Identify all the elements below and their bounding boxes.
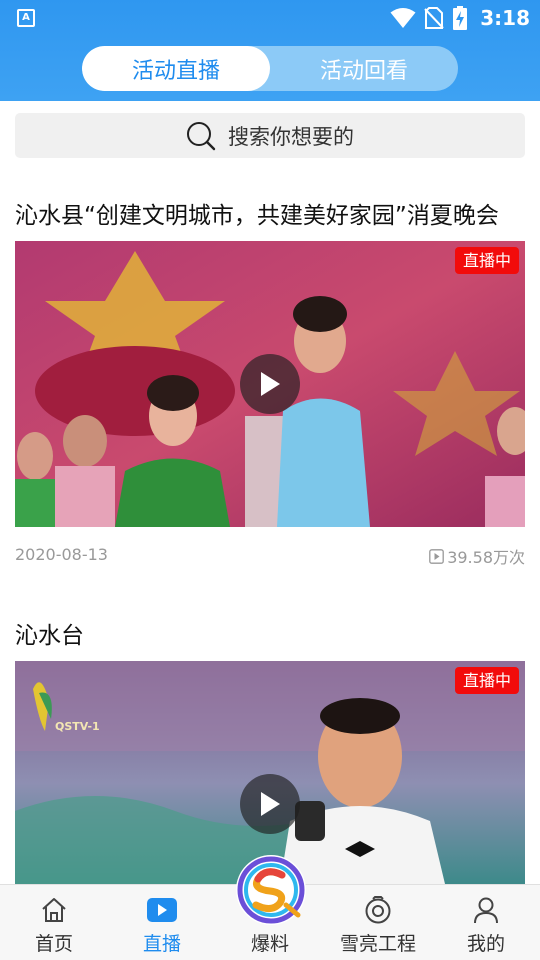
feed-item-title[interactable]: 沁水台 — [15, 616, 84, 650]
nav-item-xueliang[interactable]: 雪亮工程 — [324, 885, 432, 960]
nav-label: 雪亮工程 — [339, 933, 416, 955]
status-time: 3:18 — [480, 6, 530, 30]
play-button[interactable] — [240, 354, 300, 414]
nav-label: 直播 — [142, 933, 181, 955]
app-notification-icon: A — [17, 9, 35, 27]
nav-item-live[interactable]: 直播 — [108, 885, 216, 960]
tab-activity-replay[interactable]: 活动回看 — [270, 46, 458, 91]
home-icon — [38, 894, 70, 926]
nav-label: 首页 — [34, 933, 73, 955]
wifi-icon — [390, 8, 416, 28]
view-count-text: 39.58万次 — [447, 548, 525, 567]
baoliao-logo-icon[interactable] — [236, 855, 306, 925]
battery-charging-icon — [453, 6, 468, 30]
channel-logo-text: QSTV-1 — [55, 720, 100, 733]
header: A 3:18 活动直播 活动回看 — [0, 0, 540, 101]
search-bar[interactable]: 搜索你想要的 — [15, 113, 525, 158]
nav-item-home[interactable]: 首页 — [0, 885, 108, 960]
camera-icon — [362, 894, 394, 926]
feed-item-title[interactable]: 沁水县“创建文明城市，共建美好家园”消夏晚会 — [15, 196, 499, 230]
live-badge: 直播中 — [454, 667, 519, 694]
view-count: 39.58万次 — [429, 544, 525, 568]
play-count-icon — [429, 548, 445, 564]
tv-broadcast-image: QSTV-1 — [15, 661, 525, 884]
tab-activity-live[interactable]: 活动直播 — [82, 46, 270, 91]
live-play-icon — [146, 894, 178, 926]
search-placeholder: 搜索你想要的 — [228, 124, 354, 149]
play-icon — [261, 792, 280, 816]
nav-item-mine[interactable]: 我的 — [432, 885, 540, 960]
video-thumbnail[interactable]: QSTV-1 直播中 — [15, 661, 525, 884]
nav-label: 爆料 — [250, 933, 289, 955]
play-icon — [261, 372, 280, 396]
live-badge: 直播中 — [454, 247, 519, 274]
play-button[interactable] — [240, 774, 300, 834]
status-bar: A 3:18 — [0, 0, 540, 36]
no-sim-icon — [424, 7, 444, 29]
publish-date: 2020-08-13 — [15, 545, 108, 564]
search-icon — [187, 121, 216, 150]
status-icons: 3:18 — [390, 5, 530, 31]
video-thumbnail[interactable]: 直播中 — [15, 241, 525, 527]
tab-switcher: 活动直播 活动回看 — [82, 46, 458, 91]
person-icon — [470, 894, 502, 926]
nav-label: 我的 — [466, 933, 505, 955]
